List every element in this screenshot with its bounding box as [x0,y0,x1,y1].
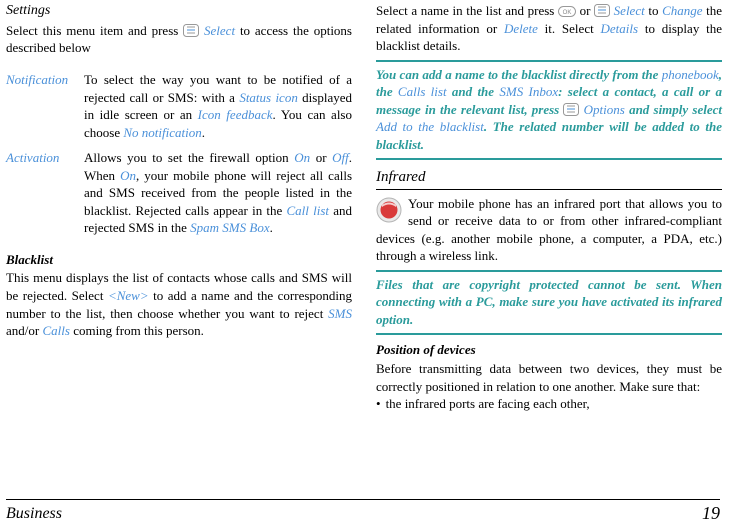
divider [376,158,722,160]
definition-row: Notification To select the way you want … [6,71,352,149]
right-top-paragraph: Select a name in the list and press OK o… [376,2,722,55]
text: Select this menu item and press [6,23,183,38]
blacklist-heading: Blacklist [6,251,352,269]
text: Call list [287,203,330,218]
definition-term: Notification [6,71,84,149]
text: No notification [123,125,201,140]
text: Icon feedback [198,107,273,122]
divider [376,60,722,62]
text: Options [584,102,625,117]
bullet-item: • the infrared ports are facing each oth… [376,395,722,413]
settings-intro: Select this menu item and press Select t… [6,22,352,57]
definition-desc: To select the way you want to be notifie… [84,71,352,149]
right-column: Select a name in the list and press OK o… [376,2,722,413]
text: Change [662,3,702,18]
softkey-icon [183,24,199,37]
bullet-text: the infrared ports are facing each other… [386,395,590,413]
text: Select a name in the list and press [376,3,558,18]
blacklist-tip: You can add a name to the blacklist dire… [376,66,722,154]
text: coming from this person. [70,323,204,338]
page-footer: Business 19 [0,499,730,525]
text: You can add a name to the blacklist dire… [376,67,662,82]
divider [376,333,722,335]
text: and the [447,84,500,99]
position-body: Before transmitting data between two dev… [376,360,722,395]
definitions-table: Notification To select the way you want … [6,71,352,245]
text: or [310,150,332,165]
text: Status icon [239,90,298,105]
footer-section: Business [6,503,62,525]
softkey-icon [563,103,579,116]
definition-term: Activation [6,149,84,245]
infrared-body: Your mobile phone has an infrared port t… [376,196,722,264]
text: . [202,125,205,140]
text: . [270,220,273,235]
divider [376,270,722,272]
text: Spam SMS Box [190,220,269,235]
text: or [580,3,594,18]
text: it. Select [538,21,601,36]
definition-desc: Allows you to set the firewall option On… [84,149,352,245]
text: On [120,168,136,183]
text: SMS [328,306,352,321]
select-label: Select [204,23,235,38]
text: Delete [504,21,538,36]
text: phonebook [662,67,719,82]
text: Off [332,150,349,165]
blacklist-body: This menu displays the list of contacts … [6,269,352,339]
text: <New> [108,288,149,303]
position-heading: Position of devices [376,341,722,359]
text: Calls list [398,84,447,99]
svg-text:OK: OK [563,10,572,16]
footer-page-number: 19 [702,501,720,525]
infrared-icon [376,197,402,228]
text: Select [614,3,645,18]
left-column: Settings Select this menu item and press… [6,2,352,413]
infrared-tip: Files that are copyright protected canno… [376,276,722,329]
bullet-dot-icon: • [376,395,386,413]
infrared-body-wrap: Your mobile phone has an infrared port t… [376,195,722,265]
text: to [645,3,662,18]
definition-row: Activation Allows you to set the firewal… [6,149,352,245]
text: Allows you to set the firewall option [84,150,294,165]
text: Add to the blacklist [376,119,484,134]
settings-heading: Settings [6,2,352,21]
text: Details [601,21,639,36]
infrared-heading: Infrared [376,167,722,189]
text: and simply select [625,102,722,117]
text: SMS Inbox [499,84,558,99]
text: Calls [42,323,69,338]
ok-icon: OK [558,6,576,17]
text: On [294,150,310,165]
text: and/or [6,323,42,338]
softkey-icon [594,4,610,17]
